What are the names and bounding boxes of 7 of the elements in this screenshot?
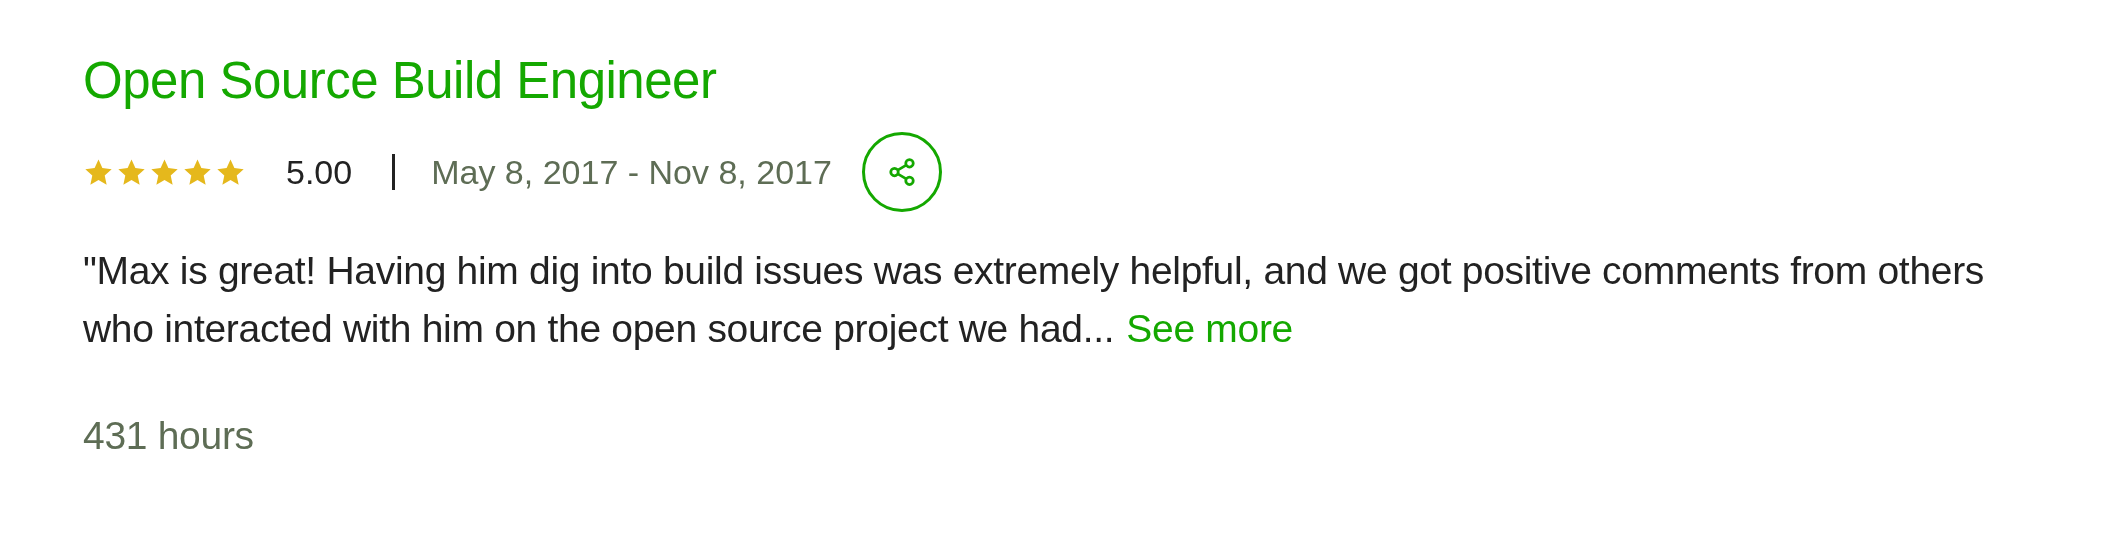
date-range: May 8, 2017 - Nov 8, 2017	[431, 152, 832, 192]
review-comment: "Max is great! Having him dig into build issues was extremely helpful, and we got positive comments from others who interacted with him on the open source project we had... See more	[83, 248, 1986, 352]
rating-score: 5.00	[286, 152, 353, 192]
hours-worked: 431 hours	[83, 414, 254, 458]
see-more-link[interactable]: See more	[1126, 307, 1293, 350]
share-icon	[886, 157, 917, 187]
job-title[interactable]: Open Source Build Engineer	[83, 52, 2126, 110]
